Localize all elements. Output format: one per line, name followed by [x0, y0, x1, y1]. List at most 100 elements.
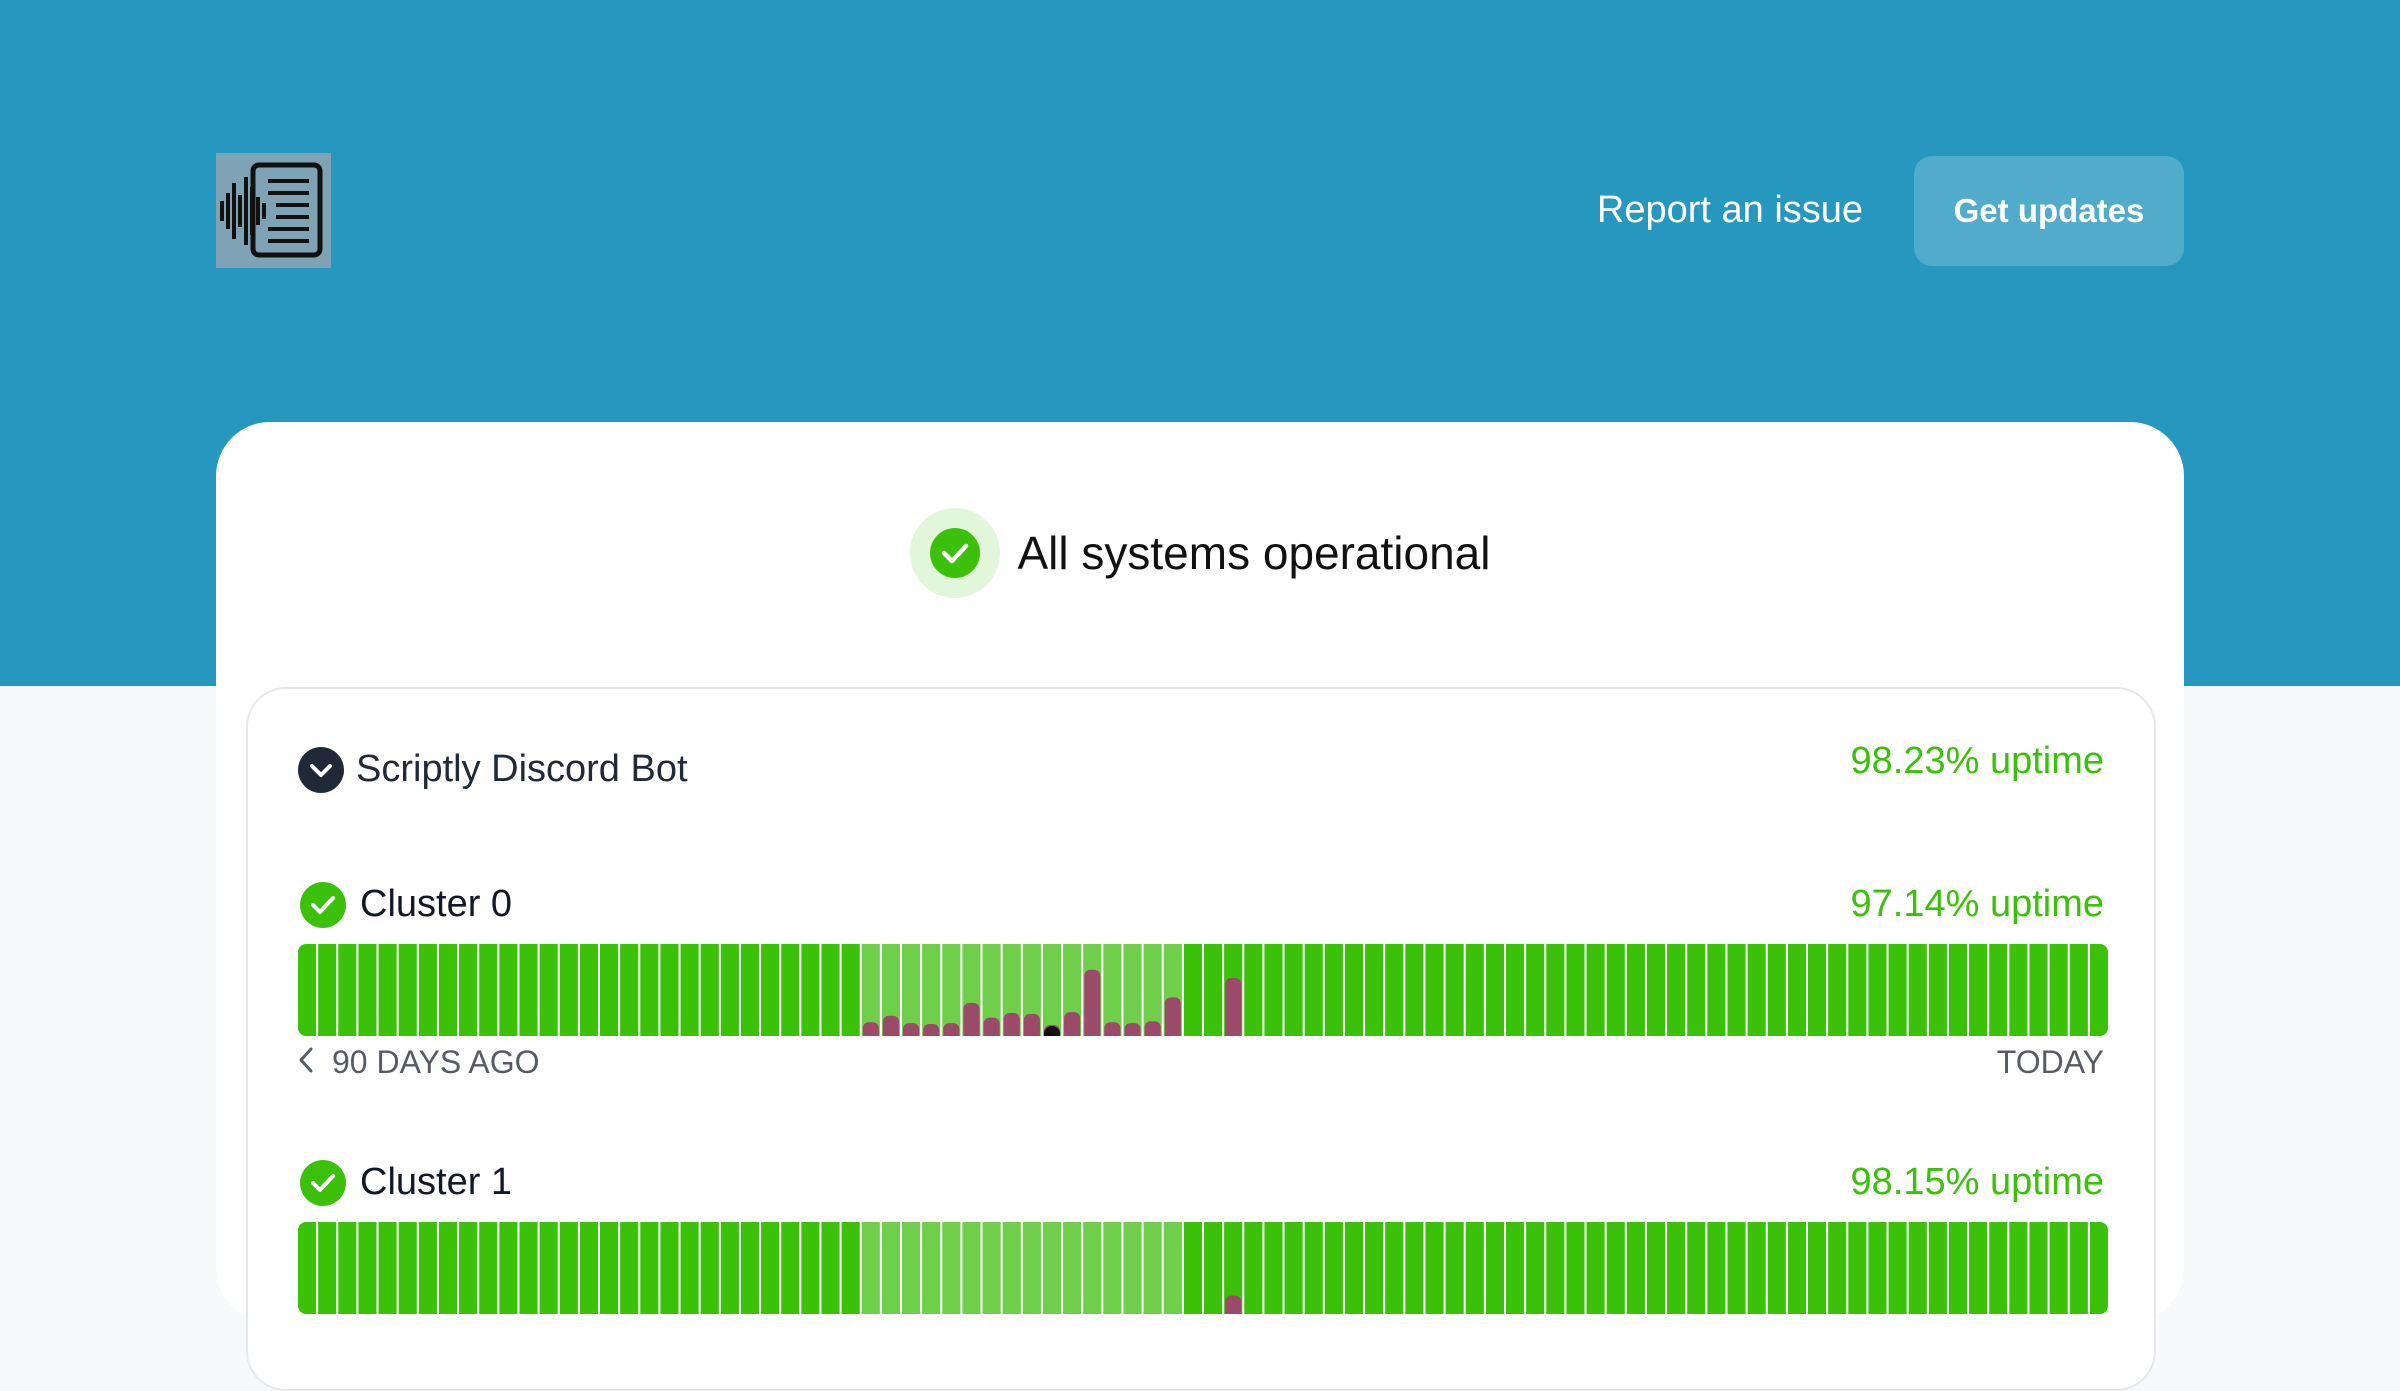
- uptime-day-bar[interactable]: [1727, 1222, 1746, 1314]
- uptime-day-bar[interactable]: [1204, 944, 1223, 1036]
- uptime-day-bar[interactable]: [1787, 1222, 1806, 1314]
- uptime-day-bar[interactable]: [781, 1222, 800, 1314]
- uptime-day-bar[interactable]: [1344, 944, 1364, 1036]
- uptime-day-bar[interactable]: [1506, 1222, 1525, 1314]
- uptime-day-bar[interactable]: [1304, 1222, 1323, 1314]
- uptime-day-bar[interactable]: [1526, 944, 1545, 1036]
- uptime-day-bar[interactable]: [2089, 1222, 2108, 1314]
- uptime-day-bar[interactable]: [378, 1222, 397, 1314]
- uptime-day-bar[interactable]: [2029, 944, 2048, 1036]
- uptime-day-bar[interactable]: [1848, 1222, 1867, 1314]
- uptime-day-bar[interactable]: [1969, 944, 1988, 1036]
- range-back-button[interactable]: 90 DAYS AGO: [298, 1044, 540, 1081]
- uptime-day-bar[interactable]: [1264, 944, 1283, 1036]
- uptime-day-bar[interactable]: [922, 1222, 941, 1314]
- uptime-day-bar[interactable]: [902, 1222, 921, 1314]
- uptime-day-bar[interactable]: [298, 944, 317, 1036]
- uptime-day-bar[interactable]: [459, 1222, 478, 1314]
- uptime-day-bar[interactable]: [1888, 944, 1907, 1036]
- uptime-day-bar[interactable]: [1667, 944, 1686, 1036]
- incident-bar[interactable]: [923, 1024, 940, 1036]
- uptime-day-bar[interactable]: [801, 944, 820, 1036]
- uptime-day-bar[interactable]: [700, 1222, 719, 1314]
- uptime-day-bar[interactable]: [2069, 944, 2088, 1036]
- uptime-day-bar[interactable]: [418, 944, 437, 1036]
- uptime-day-bar[interactable]: [1324, 944, 1343, 1036]
- uptime-day-bar[interactable]: [1707, 1222, 1726, 1314]
- group-header[interactable]: Scriptly Discord Bot 98.23% uptime: [298, 739, 2104, 799]
- uptime-day-bar[interactable]: [1868, 1222, 1887, 1314]
- uptime-day-bar[interactable]: [1928, 944, 1947, 1036]
- uptime-day-bar[interactable]: [1123, 1222, 1142, 1314]
- uptime-day-bar[interactable]: [1989, 944, 2008, 1036]
- uptime-day-bar[interactable]: [740, 944, 760, 1036]
- uptime-day-bar[interactable]: [1204, 1222, 1223, 1314]
- incident-bar[interactable]: [1003, 1013, 1020, 1036]
- uptime-day-bar[interactable]: [942, 1222, 961, 1314]
- uptime-day-bar[interactable]: [2049, 944, 2068, 1036]
- uptime-day-bar[interactable]: [2009, 1222, 2028, 1314]
- uptime-day-bar[interactable]: [982, 1222, 1001, 1314]
- uptime-day-bar[interactable]: [740, 1222, 760, 1314]
- uptime-day-bar[interactable]: [1445, 944, 1464, 1036]
- uptime-day-bar[interactable]: [459, 944, 478, 1036]
- uptime-day-bar[interactable]: [1143, 1222, 1162, 1314]
- uptime-day-bar[interactable]: [1546, 944, 1565, 1036]
- uptime-day-bar[interactable]: [821, 944, 840, 1036]
- uptime-day-bar[interactable]: [1385, 1222, 1404, 1314]
- uptime-day-bar[interactable]: [1183, 1222, 1202, 1314]
- uptime-day-bar[interactable]: [1485, 1222, 1504, 1314]
- uptime-day-bar[interactable]: [1969, 1222, 1988, 1314]
- uptime-day-bar[interactable]: [338, 1222, 357, 1314]
- uptime-day-bar[interactable]: [1626, 1222, 1645, 1314]
- incident-bar[interactable]: [983, 1017, 1000, 1036]
- uptime-day-bar[interactable]: [1063, 1222, 1082, 1314]
- uptime-day-bar[interactable]: [1042, 1222, 1062, 1314]
- uptime-day-bar[interactable]: [620, 944, 639, 1036]
- uptime-day-bar[interactable]: [942, 944, 961, 1036]
- uptime-day-bar[interactable]: [2089, 944, 2108, 1036]
- uptime-day-bar[interactable]: [378, 944, 397, 1036]
- uptime-day-bar[interactable]: [1083, 1222, 1102, 1314]
- uptime-day-bar[interactable]: [1908, 1222, 1927, 1314]
- incident-bar[interactable]: [1225, 1295, 1242, 1314]
- uptime-day-bar[interactable]: [1767, 1222, 1786, 1314]
- uptime-day-bar[interactable]: [680, 1222, 699, 1314]
- uptime-day-bar[interactable]: [1687, 1222, 1706, 1314]
- uptime-day-bar[interactable]: [1264, 1222, 1283, 1314]
- uptime-day-bar[interactable]: [1747, 944, 1766, 1036]
- uptime-day-bar[interactable]: [539, 944, 558, 1036]
- uptime-day-bar[interactable]: [1526, 1222, 1545, 1314]
- uptime-day-bar[interactable]: [841, 1222, 860, 1314]
- uptime-day-bar[interactable]: [1506, 944, 1525, 1036]
- uptime-day-bar[interactable]: [579, 1222, 598, 1314]
- uptime-day-bar[interactable]: [1445, 1222, 1464, 1314]
- uptime-day-bar[interactable]: [1365, 1222, 1384, 1314]
- uptime-day-bar[interactable]: [1284, 1222, 1303, 1314]
- uptime-day-bar[interactable]: [881, 1222, 900, 1314]
- uptime-day-bar[interactable]: [1183, 944, 1202, 1036]
- uptime-day-bar[interactable]: [1344, 1222, 1364, 1314]
- uptime-day-bar[interactable]: [700, 944, 719, 1036]
- uptime-day-bar[interactable]: [1948, 1222, 1968, 1314]
- uptime-day-bar[interactable]: [1586, 944, 1605, 1036]
- uptime-day-bar[interactable]: [1687, 944, 1706, 1036]
- uptime-day-bar[interactable]: [1042, 944, 1062, 1036]
- uptime-day-bar[interactable]: [761, 1222, 780, 1314]
- uptime-day-bar[interactable]: [1908, 944, 1927, 1036]
- uptime-day-bar[interactable]: [1465, 944, 1484, 1036]
- uptime-day-bar[interactable]: [1123, 944, 1142, 1036]
- uptime-day-bar[interactable]: [1103, 1222, 1122, 1314]
- uptime-day-bar[interactable]: [539, 1222, 558, 1314]
- uptime-day-bar[interactable]: [1667, 1222, 1686, 1314]
- incident-bar[interactable]: [1084, 969, 1101, 1036]
- uptime-day-bar[interactable]: [2049, 1222, 2068, 1314]
- uptime-day-bar[interactable]: [559, 1222, 578, 1314]
- uptime-day-bar[interactable]: [1163, 1222, 1182, 1314]
- uptime-day-bar[interactable]: [1808, 1222, 1827, 1314]
- incident-bar[interactable]: [1064, 1012, 1081, 1036]
- get-updates-button[interactable]: Get updates: [1914, 156, 2184, 266]
- scriptly-logo[interactable]: [216, 153, 331, 268]
- uptime-day-bar[interactable]: [720, 1222, 739, 1314]
- uptime-day-bar[interactable]: [1304, 944, 1323, 1036]
